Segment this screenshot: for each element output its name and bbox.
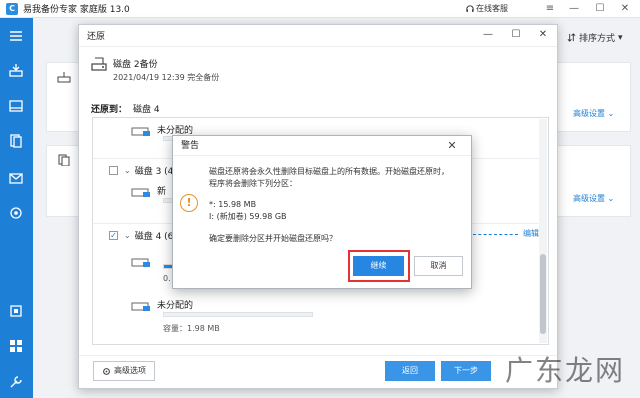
minimize-icon[interactable]: — [481, 28, 495, 42]
caret-down-icon: ▾ [618, 32, 623, 43]
app-title: 易我备份专家 家庭版 13.0 [23, 5, 130, 15]
partition-size: 0. [163, 274, 171, 283]
app-titlebar: C 易我备份专家 家庭版 13.0 在线客服 ≡ — ☐ ✕ [0, 0, 640, 18]
window-icon[interactable] [8, 303, 24, 319]
disk-icon[interactable] [8, 98, 24, 114]
warning-dialog: 警告 ✕ 磁盘还原将会永久性删除目标磁盘上的所有数据。开始磁盘还原时， 程序将会… [172, 135, 472, 289]
warning-title: 警告 [181, 141, 200, 151]
disk-backup-icon[interactable] [8, 62, 24, 78]
restore-titlebar: 还原 — ☐ ✕ [79, 25, 557, 47]
grid-icon[interactable] [8, 338, 24, 354]
confirm-question: 确定要删除分区并开始磁盘还原吗？ [209, 234, 337, 243]
chevron-down-icon[interactable]: ⌄ [124, 231, 131, 240]
partition-row[interactable] [131, 254, 157, 268]
file-icon [58, 154, 70, 166]
partition-name: 新 [157, 187, 167, 197]
backup-info: 磁盘 2备份 2021/04/19 12:39 完全备份 [91, 55, 541, 85]
disk-4-row[interactable]: ✓ ⌄ 磁盘 4 (60 [109, 229, 179, 242]
restore-to-label: 还原到： [91, 105, 128, 115]
partition-usage-bar [163, 312, 313, 317]
sidebar [0, 18, 33, 398]
sort-label: 排序方式 [579, 34, 616, 44]
cancel-button[interactable]: 取消 [414, 256, 463, 276]
partition-icon [131, 302, 150, 311]
disk-backup-icon [57, 72, 71, 83]
partition-row[interactable]: 新 [131, 184, 166, 198]
partition-icon [131, 188, 150, 197]
unallocated-name: 未分配的 [157, 301, 194, 311]
close-icon[interactable]: ✕ [536, 28, 550, 42]
partition-list-item-1: *: 15.98 MB [209, 200, 257, 209]
advanced-options-label: 高级选项 [114, 366, 146, 375]
warning-titlebar: 警告 ✕ [173, 136, 471, 156]
file-icon[interactable] [8, 133, 24, 149]
disk-3-checkbox[interactable] [109, 166, 118, 175]
warning-icon: ! [180, 194, 198, 212]
advanced-settings-label: 高级设置 [573, 194, 605, 203]
restore-to-value: 磁盘 4 [133, 105, 160, 115]
app-logo-icon: C [6, 2, 18, 15]
menu-icon[interactable] [8, 28, 24, 44]
unallocated-size: 容量：1.98 MB [163, 324, 220, 333]
continue-button[interactable]: 继续 [353, 256, 404, 276]
close-icon[interactable]: ✕ [445, 139, 459, 153]
warning-message-line1: 磁盘还原将会永久性删除目标磁盘上的所有数据。开始磁盘还原时， [209, 167, 449, 176]
headset-icon [466, 4, 474, 12]
tools-icon[interactable] [8, 374, 24, 390]
partition-icon [131, 127, 150, 136]
restore-footer: 高级选项 返回 下一步 [79, 355, 557, 389]
edit-link[interactable]: 编辑 [523, 228, 539, 239]
sort-icon [567, 33, 576, 42]
unallocated-row[interactable]: 未分配的 [131, 298, 193, 312]
back-button[interactable]: 返回 [385, 361, 435, 381]
maximize-icon[interactable]: ☐ [592, 1, 608, 17]
next-button[interactable]: 下一步 [441, 361, 491, 381]
scrollbar-thumb[interactable] [540, 254, 546, 334]
chevron-down-icon: ⌄ [607, 109, 615, 118]
restore-to: 还原到： 磁盘 4 [91, 102, 160, 115]
chevron-down-icon[interactable]: ⌄ [124, 166, 131, 175]
advanced-settings-link-2[interactable]: 高级设置 ⌄ [573, 193, 614, 204]
disk-3-row[interactable]: ⌄ 磁盘 3 (40 [109, 164, 179, 177]
close-app-icon[interactable]: ✕ [617, 1, 633, 17]
partition-icon [131, 258, 150, 267]
watermark: 广东龙网 [505, 354, 626, 387]
chevron-down-icon: ⌄ [607, 194, 615, 203]
advanced-settings-label: 高级设置 [573, 109, 605, 118]
sort-button[interactable]: 排序方式 ▾ [567, 31, 623, 44]
scrollbar[interactable] [539, 119, 547, 343]
warning-message-line2: 程序将会删除下列分区： [209, 179, 297, 188]
gear-icon [103, 367, 110, 375]
backup-name: 磁盘 2备份 [113, 60, 158, 70]
disk-4-checkbox[interactable]: ✓ [109, 231, 118, 240]
location-icon[interactable] [8, 205, 24, 221]
mail-icon[interactable] [8, 170, 24, 186]
advanced-settings-link-1[interactable]: 高级设置 ⌄ [573, 108, 614, 119]
online-service-label: 在线客服 [476, 4, 508, 13]
minimize-icon[interactable]: — [566, 1, 582, 17]
advanced-options-button[interactable]: 高级选项 [93, 361, 155, 381]
online-service-button[interactable]: 在线客服 [466, 3, 508, 14]
backup-time: 2021/04/19 12:39 完全备份 [113, 73, 220, 82]
disk-backup-icon [91, 57, 107, 71]
partition-list-item-2: I: (新加卷) 59.98 GB [209, 212, 287, 221]
maximize-icon[interactable]: ☐ [509, 28, 523, 42]
restore-title: 还原 [87, 32, 106, 42]
menu-more-icon[interactable]: ≡ [542, 1, 558, 17]
